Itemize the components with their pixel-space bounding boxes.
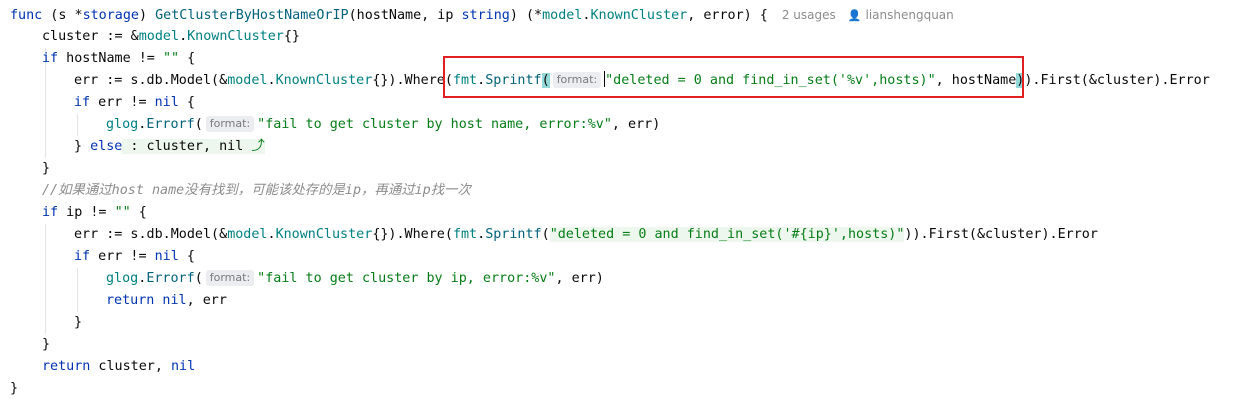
code-line-1[interactable]: func (s *storage) GetClusterByHostNameOr… [0, 4, 954, 26]
code-line-17[interactable]: return cluster, nil [0, 356, 195, 378]
person-icon: 👤 [847, 9, 862, 22]
code-line-11[interactable]: err := s.db.Model(&model.KnownCluster{})… [0, 224, 1098, 246]
code-line-18[interactable]: } [0, 378, 18, 400]
author-name[interactable]: lianshengquan [865, 8, 953, 22]
code-line-10[interactable]: if ip != "" { [0, 202, 147, 224]
folded-region[interactable]: : cluster, nil ⤴ [122, 139, 265, 154]
comment: //如果通过host name没有找到，可能该处存的是ip，再通过ip找一次 [42, 183, 471, 198]
code-line-16[interactable]: } [0, 334, 50, 356]
matching-paren: ( [541, 73, 550, 88]
string-literal: "fail to get cluster by host name, error… [257, 117, 612, 132]
code-line-13[interactable]: glog.Errorf(format: "fail to get cluster … [0, 268, 604, 290]
code-line-9[interactable]: //如果通过host name没有找到，可能该处存的是ip，再通过ip找一次 [0, 180, 471, 202]
string-literal: "deleted = 0 and find_in_set('%v',hosts)… [605, 73, 936, 88]
code-line-15[interactable]: } [0, 312, 82, 334]
code-vision-meta[interactable]: 2 usages 👤 lianshengquan [782, 8, 954, 22]
code-line-4[interactable]: err := s.db.Model(&model.KnownCluster{})… [0, 70, 1210, 92]
code-line-7[interactable]: } else : cluster, nil ⤴ [0, 136, 265, 158]
string-literal: "deleted = 0 and find_in_set('#{ip}',hos… [549, 227, 905, 242]
code-line-3[interactable]: if hostName != "" { [0, 48, 195, 70]
parameter-hint: format: [205, 116, 255, 132]
receiver-type: storage [82, 8, 139, 23]
code-line-6[interactable]: glog.Errorf(format: "fail to get cluster … [0, 114, 660, 136]
code-line-14[interactable]: return nil, err [0, 290, 227, 312]
parameter-hint: format: [552, 72, 602, 88]
code-editor[interactable]: func (s *storage) GetClusterByHostNameOr… [0, 0, 1250, 402]
param-type: string [461, 8, 510, 23]
return-arrow-icon: ⤴ [251, 139, 265, 154]
function-name: GetClusterByHostNameOrIP [155, 8, 349, 23]
usages-link[interactable]: 2 usages [782, 8, 836, 22]
keyword: func [10, 8, 43, 23]
code-line-12[interactable]: if err != nil { [0, 246, 195, 268]
string-literal: "fail to get cluster by ip, error:%v" [257, 271, 556, 286]
code-line-8[interactable]: } [0, 158, 50, 180]
code-line-2[interactable]: cluster := &model.KnownCluster{} [0, 26, 300, 48]
code-line-5[interactable]: if err != nil { [0, 92, 195, 114]
parameter-hint: format: [205, 270, 255, 286]
